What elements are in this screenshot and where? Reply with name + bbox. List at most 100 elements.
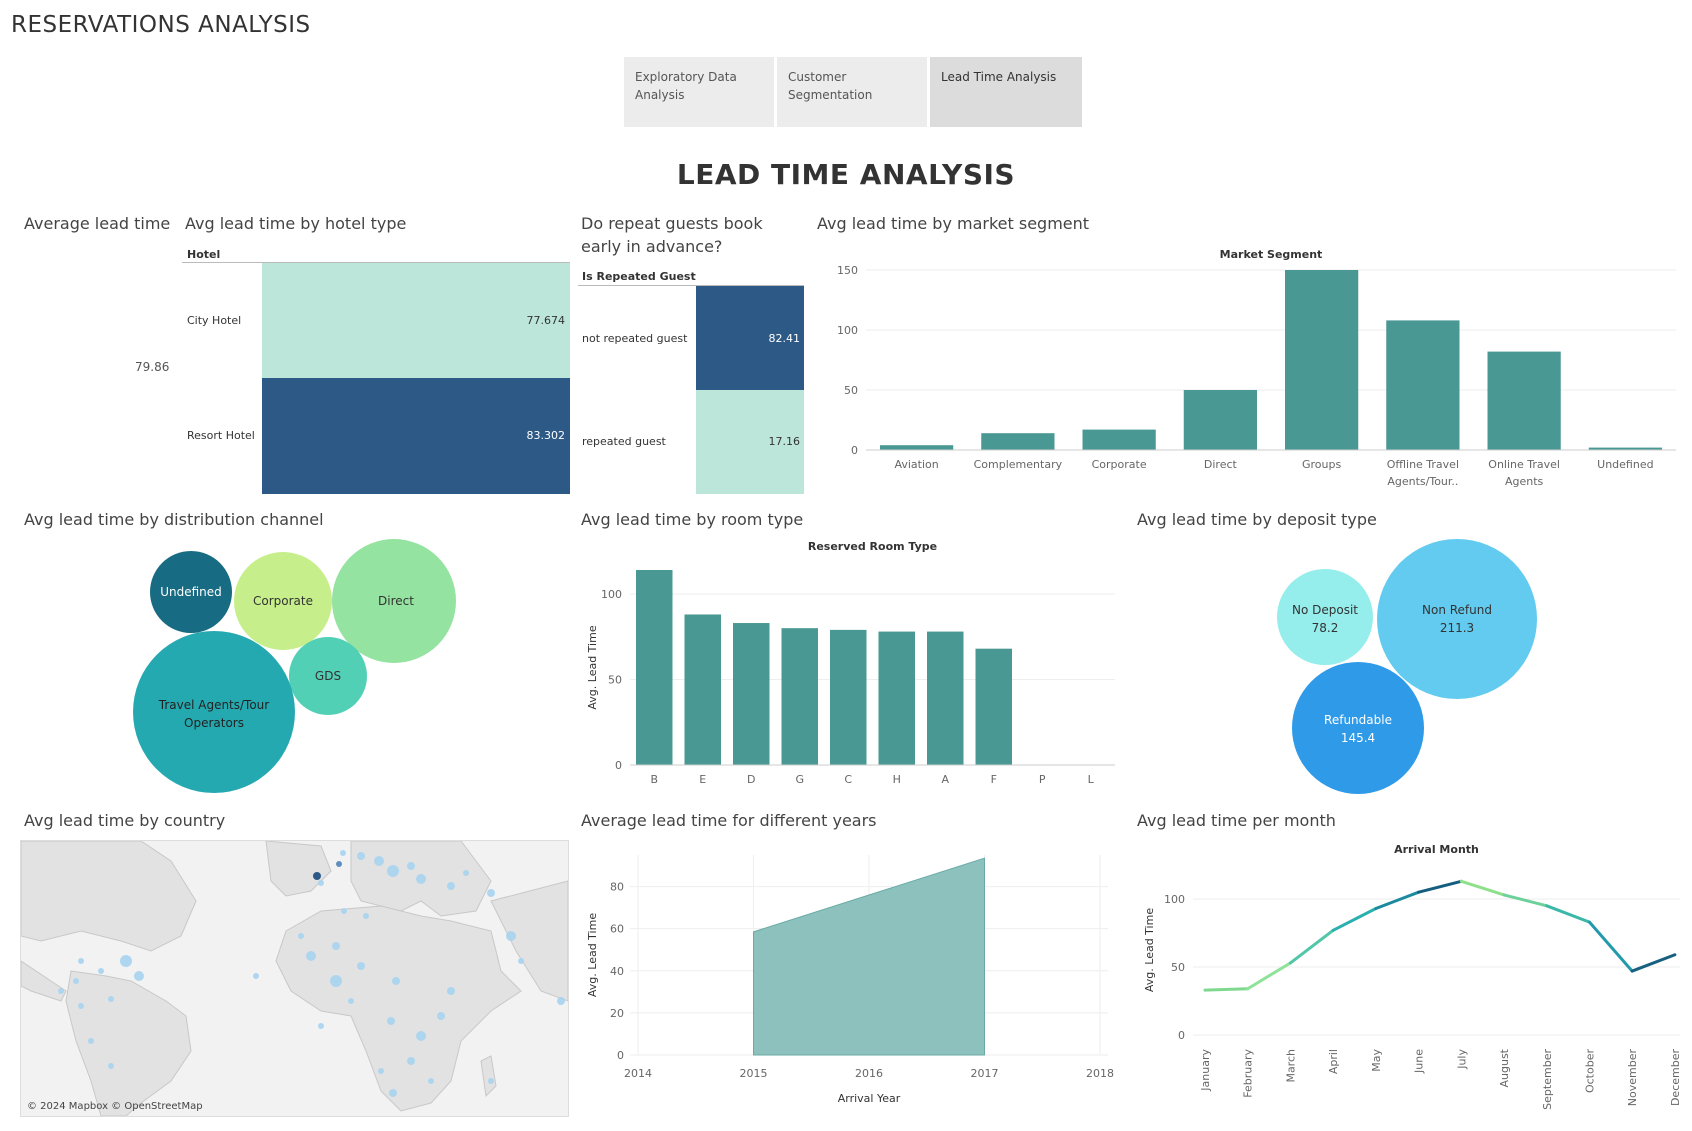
market-segment-title: Avg lead time by market segment <box>817 214 1090 233</box>
market-bar-complementary[interactable] <box>981 433 1055 450</box>
repeat-header: Is Repeated Guest <box>582 270 696 283</box>
month-segment-august[interactable] <box>1502 893 1549 908</box>
room-bar-g[interactable] <box>781 628 819 765</box>
month-segment-january[interactable] <box>1203 987 1250 992</box>
market-ytick: 100 <box>837 324 858 337</box>
room-xtick: E <box>699 773 706 786</box>
city-hotel-bar[interactable] <box>262 263 570 378</box>
years-xtick: 2015 <box>740 1067 768 1080</box>
market-bar-offline-travel-agents-tour[interactable] <box>1386 320 1460 450</box>
room-bar-a[interactable] <box>927 631 964 765</box>
month-segment-may[interactable] <box>1374 890 1421 911</box>
resort-hotel-bar[interactable] <box>262 378 570 494</box>
room-ylabel: Avg. Lead Time <box>586 625 599 709</box>
month-xtick: March <box>1284 1049 1297 1083</box>
resort-hotel-value: 83.302 <box>526 429 566 442</box>
room-bar-h[interactable] <box>878 631 916 765</box>
room-bar-d[interactable] <box>733 623 770 765</box>
map-marker-portugal[interactable] <box>313 872 321 880</box>
room-xtick: G <box>795 773 804 786</box>
tab-customer-segmentation[interactable]: Customer Segmentation <box>777 57 927 127</box>
years-xtick: 2014 <box>624 1067 652 1080</box>
years-xlabel: Arrival Year <box>838 1092 901 1105</box>
market-xtick: Undefined <box>1597 458 1653 471</box>
room-bar-e[interactable] <box>684 614 722 765</box>
years-xtick: 2016 <box>855 1067 883 1080</box>
room-xtick: C <box>844 773 852 786</box>
distribution-channel-bubbles: Undefined Corporate Direct GDS Travel Ag… <box>133 539 456 793</box>
month-segment-april[interactable] <box>1331 907 1378 932</box>
market-xtick: Agents/Tour.. <box>1387 475 1458 488</box>
room-type-chart: Reserved Room Type Avg. Lead Time 0 50 100 B E… <box>586 540 1115 786</box>
month-ytick: 0 <box>1178 1029 1185 1042</box>
repeat-guests-table: Is Repeated Guest not repeated guest rep… <box>578 268 804 494</box>
market-ytick: 50 <box>844 384 858 397</box>
market-bar-online-travel-agents[interactable] <box>1487 351 1561 450</box>
years-ylabel: Avg. Lead Time <box>586 913 599 997</box>
bubble-non-refund[interactable] <box>1377 539 1537 699</box>
room-bar-f[interactable] <box>975 648 1013 765</box>
room-xtick: B <box>650 773 658 786</box>
city-hotel-label: City Hotel <box>187 314 242 327</box>
market-chart-title: Market Segment <box>1220 248 1323 261</box>
room-ytick: 50 <box>608 673 622 686</box>
bubble-travel-agents[interactable] <box>133 631 295 793</box>
city-hotel-value: 77.674 <box>526 314 566 327</box>
month-xtick: October <box>1583 1049 1596 1093</box>
month-segment-september[interactable] <box>1545 904 1591 924</box>
market-bar-corporate[interactable] <box>1082 429 1156 450</box>
month-xtick: December <box>1669 1049 1682 1107</box>
month-segment-june[interactable] <box>1417 879 1463 894</box>
years-ytick: 20 <box>610 1007 624 1020</box>
deposit-type-title: Avg lead time by deposit type <box>1137 510 1377 529</box>
market-xtick: Corporate <box>1092 458 1147 471</box>
avg-lead-time-value: 79.86 <box>135 360 170 374</box>
bubble-value-refundable: 145.4 <box>1341 731 1375 745</box>
map-marker-spain[interactable] <box>336 861 342 867</box>
bubble-refundable[interactable] <box>1292 662 1424 794</box>
bubble-label-corporate: Corporate <box>253 594 313 608</box>
years-ytick: 40 <box>610 965 624 978</box>
tab-lead-time-analysis[interactable]: Lead Time Analysis <box>930 57 1082 127</box>
years-chart: Avg. Lead Time 0 20 40 60 80 2014 2015 2016 2017 2… <box>586 855 1114 1105</box>
month-segment-july[interactable] <box>1459 879 1506 897</box>
market-segment-chart: Market Segment 0 50 100 150 Aviation Complemen… <box>837 248 1676 488</box>
country-map[interactable]: © 2024 Mapbox © OpenStreetMap <box>20 840 569 1117</box>
month-title: Avg lead time per month <box>1137 811 1336 830</box>
month-xtick: August <box>1498 1048 1511 1087</box>
room-ytick: 100 <box>601 588 622 601</box>
repeated-value: 17.16 <box>768 435 801 448</box>
bubble-no-deposit[interactable] <box>1277 569 1373 665</box>
month-ytick: 100 <box>1164 893 1185 906</box>
room-bar-c[interactable] <box>830 629 867 765</box>
tab-exploratory-data-analysis[interactable]: Exploratory Data Analysis <box>624 57 774 127</box>
market-xtick: Groups <box>1302 458 1341 471</box>
market-bar-aviation[interactable] <box>880 445 954 450</box>
market-bar-groups[interactable] <box>1285 270 1359 450</box>
room-bar-b[interactable] <box>636 570 673 765</box>
years-ytick: 0 <box>617 1049 624 1062</box>
not-repeated-label: not repeated guest <box>582 332 688 345</box>
month-segment-november[interactable] <box>1630 953 1677 973</box>
market-ytick: 0 <box>851 444 858 457</box>
repeated-label: repeated guest <box>582 435 666 448</box>
hotel-header: Hotel <box>187 248 221 261</box>
market-bar-direct[interactable] <box>1183 390 1257 450</box>
deposit-type-bubbles: No Deposit 78.2 Non Refund 211.3 Refunda… <box>1277 539 1537 794</box>
years-xtick: 2017 <box>971 1067 999 1080</box>
month-segment-march[interactable] <box>1288 928 1335 965</box>
month-xtick: June <box>1413 1049 1426 1074</box>
market-xtick: Agents <box>1505 475 1544 488</box>
map-graphic <box>21 841 568 1116</box>
month-segment-october[interactable] <box>1587 920 1634 973</box>
room-type-title: Avg lead time by room type <box>581 510 804 529</box>
month-chart-title: Arrival Month <box>1394 843 1479 856</box>
avg-lead-time-title: Average lead time <box>24 214 171 233</box>
market-xtick: Aviation <box>894 458 938 471</box>
country-title: Avg lead time by country <box>24 811 226 830</box>
years-ytick: 80 <box>610 881 624 894</box>
room-xtick: D <box>747 773 755 786</box>
market-ytick: 150 <box>837 264 858 277</box>
month-xtick: January <box>1199 1049 1212 1092</box>
map-attribution: © 2024 Mapbox © OpenStreetMap <box>27 1101 203 1112</box>
